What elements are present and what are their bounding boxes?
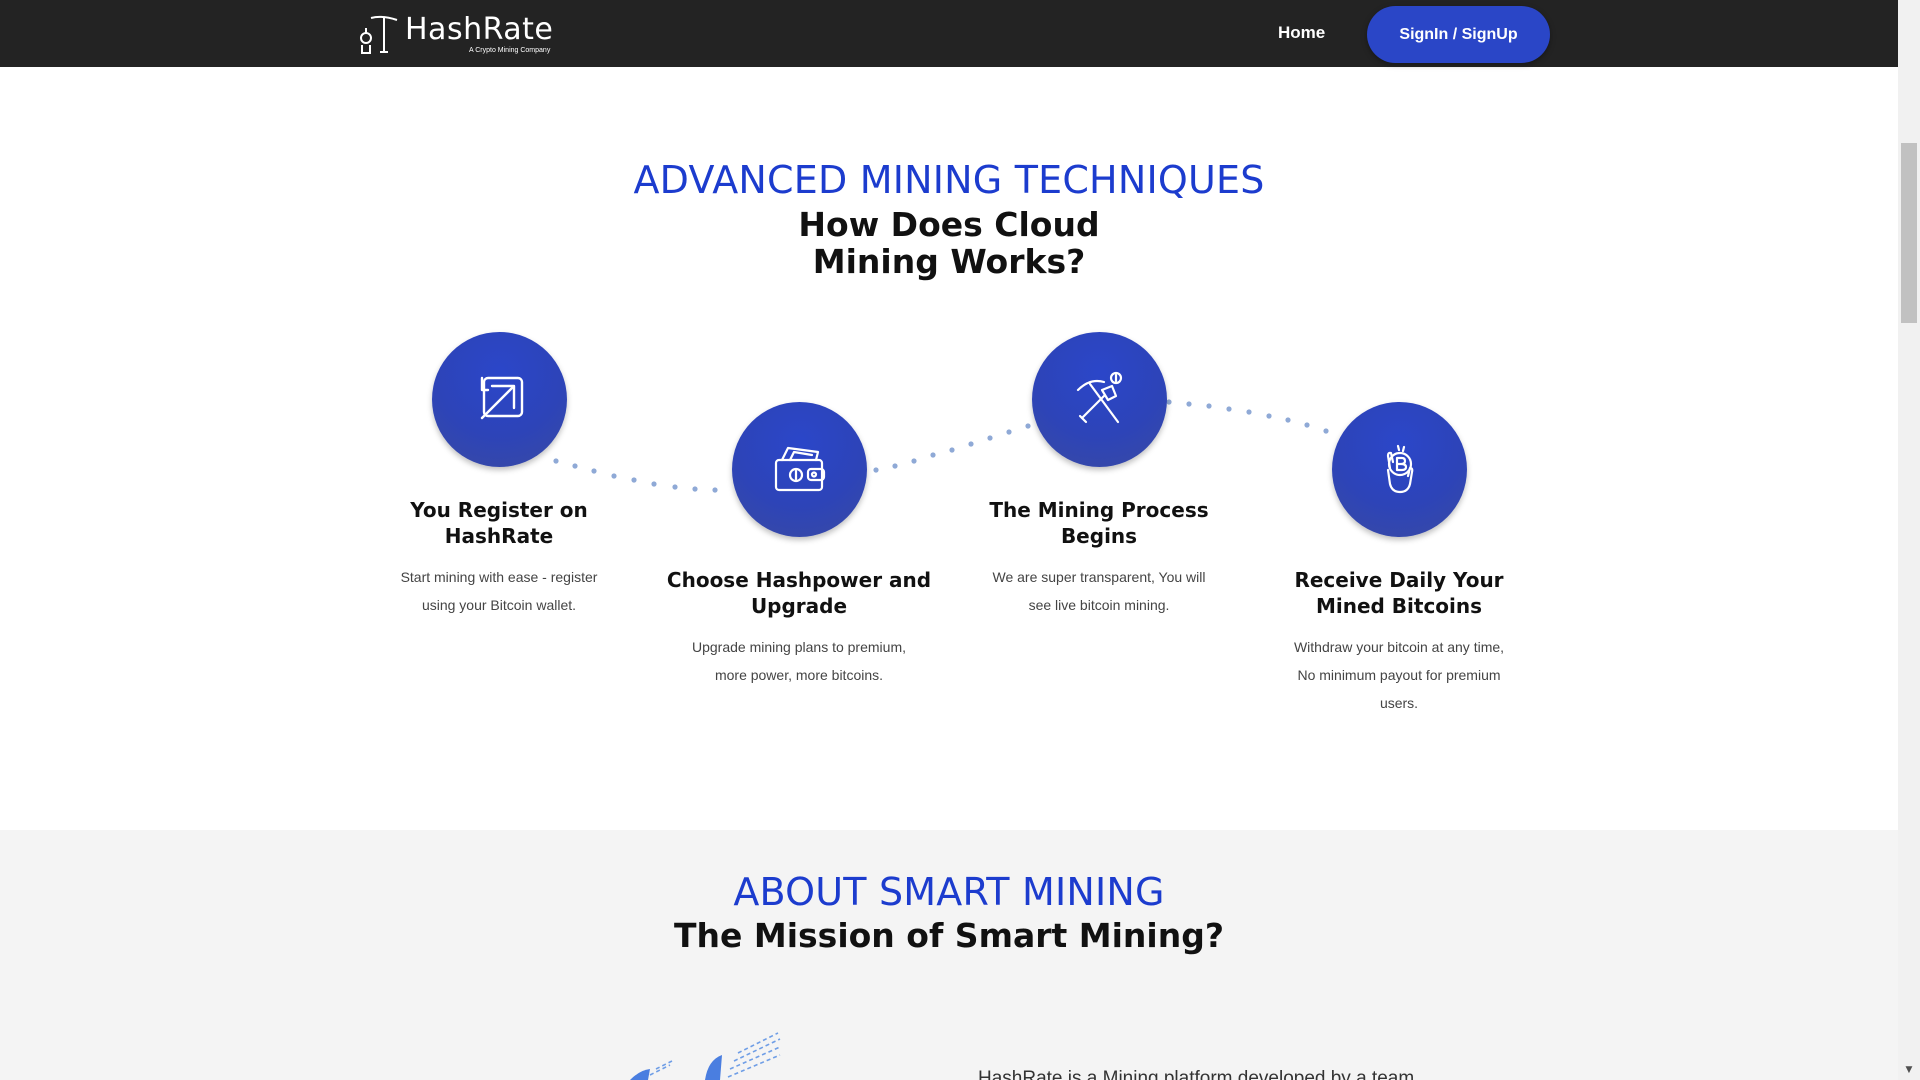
illustration-partial [630, 1032, 781, 1080]
step-2-icon-circle [732, 402, 867, 537]
about-text-partial: HashRate is a Mining platform developed … [978, 1068, 1415, 1080]
scrollbar-thumb[interactable] [1901, 143, 1917, 323]
step-2-title: Choose Hashpower and Upgrade [666, 568, 932, 618]
step-3: The Mining Process Begins We are super t… [964, 497, 1234, 619]
step-4-description: Withdraw your bitcoin at any time, No mi… [1293, 639, 1505, 711]
logo[interactable]: HashRate A Crypto Mining Company [357, 12, 553, 56]
section-kicker-mining-techniques: ADVANCED MINING TECHNIQUES [633, 158, 1265, 202]
step-1: You Register on HashRate Start mining wi… [364, 497, 634, 619]
section-heading-mission: The Mission of Smart Mining? [674, 916, 1224, 955]
step-4-icon-circle [1332, 402, 1467, 537]
logo-text: HashRate A Crypto Mining Company [405, 11, 554, 54]
logo-tagline: A Crypto Mining Company [469, 46, 551, 54]
pickaxe-shovel-icon [1076, 371, 1122, 423]
step-4-title: Receive Daily Your Mined Bitcoins [1294, 568, 1504, 618]
step-1-description: Start mining with ease - register using … [400, 569, 598, 613]
section-heading-how-it-works: How Does Cloud Mining Works? [0, 206, 1898, 280]
signin-signup-button[interactable]: SignIn / SignUp [1367, 6, 1550, 63]
step-1-icon-circle [432, 332, 567, 467]
nav-home-link[interactable]: Home [1278, 23, 1325, 43]
heading-line-2: Mining Works? [812, 242, 1086, 281]
step-2-description: Upgrade mining plans to premium, more po… [692, 639, 906, 683]
about-section [0, 830, 1898, 1080]
step-2: Choose Hashpower and Upgrade Upgrade min… [664, 567, 934, 689]
step-3-title: The Mining Process Begins [989, 498, 1209, 548]
wallet-icon [774, 446, 825, 491]
register-arrow-icon [480, 376, 523, 419]
heading-line-1: How Does Cloud [798, 205, 1100, 244]
hand-bitcoin-icon [1386, 444, 1413, 493]
logo-title: HashRate [405, 11, 554, 47]
step-1-title: You Register on HashRate [410, 498, 588, 548]
page-scrollbar[interactable]: ▼ [1898, 0, 1920, 1080]
section-kicker-about: ABOUT SMART MINING [733, 870, 1165, 914]
pickaxe-logo-icon [360, 15, 398, 54]
scroll-down-arrow-icon[interactable]: ▼ [1898, 1062, 1920, 1078]
step-3-description: We are super transparent, You will see l… [992, 569, 1206, 613]
step-4: Receive Daily Your Mined Bitcoins Withdr… [1264, 567, 1534, 717]
top-navbar: HashRate A Crypto Mining Company Home Si… [0, 0, 1898, 67]
step-3-icon-circle [1032, 332, 1167, 467]
